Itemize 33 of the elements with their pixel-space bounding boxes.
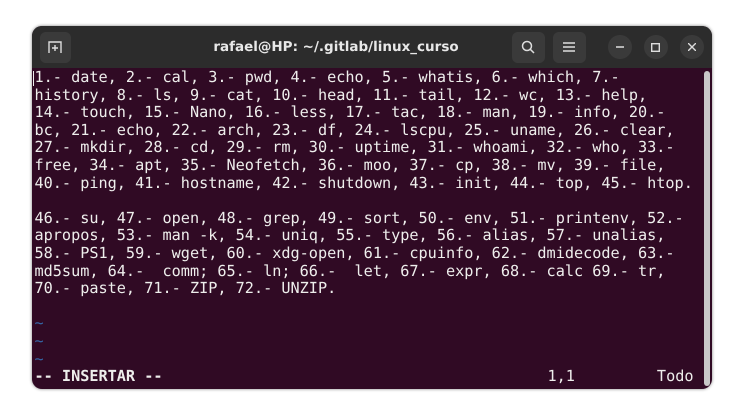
text-line: history, 8.- ls, 9.- cat, 10.- head, 11.- tail, 12.- wc, 13.- help, <box>34 86 648 104</box>
text-line: 1.- date, 2.- cal, 3.- pwd, 4.- echo, 5.- whatis, 6.- which, 7.- <box>34 69 620 87</box>
search-icon <box>521 40 535 54</box>
close-button[interactable] <box>680 35 704 59</box>
menu-button[interactable] <box>552 32 586 62</box>
empty-line-marker: ~ <box>34 332 44 350</box>
text-line: md5sum, 64.- comm; 65.- ln; 66.- let, 67.- expr, 68.- calc 69.- tr, <box>34 262 666 280</box>
minimize-icon <box>616 46 624 48</box>
text-line: 27.- mkdir, 28.- cd, 29.- rm, 30.- uptime, 31.- whoami, 32.- who, 33.- <box>34 139 675 157</box>
empty-line-marker: ~ <box>34 350 44 368</box>
text-line: 46.- su, 47.- open, 48.- grep, 49.- sort, 50.- env, 51.- printenv, 52.- <box>34 210 684 228</box>
minimize-button[interactable] <box>608 35 632 59</box>
scroll-position: Todo <box>656 368 694 386</box>
search-button[interactable] <box>512 32 544 62</box>
text-line: bc, 21.- echo, 22.- arch, 23.- df, 24.- lscpu, 25.- uname, 26.- clear, <box>34 122 675 140</box>
editor-mode: -- INSERTAR -- <box>34 368 163 386</box>
maximize-icon <box>651 42 660 52</box>
text-line: 70.- paste, 71.- ZIP, 72.- UNZIP. <box>34 280 336 298</box>
text-line: free, 34.- apt, 35.- Neofetch, 36.- moo, 37.- cp, 38.- mv, 39.- file, <box>34 156 666 175</box>
scrollbar-thumb[interactable] <box>704 71 710 386</box>
empty-line-marker: ~ <box>34 315 44 333</box>
new-tab-button[interactable] <box>40 32 70 62</box>
menu-icon <box>563 42 575 52</box>
maximize-button[interactable] <box>644 35 668 59</box>
text-line: 58.- PS1, 59.- wget, 60.- xdg-open, 61.- cpuinfo, 62.- dmidecode, 63.- <box>34 244 675 263</box>
text-line: 40.- ping, 41.- hostname, 42.- shutdown, 43.- init, 44.- top, 45.- htop. <box>34 174 693 192</box>
close-icon <box>688 43 696 51</box>
text-line: 14.- touch, 15.- Nano, 16.- less, 17.- tac, 18.- man, 19.- info, 20.- <box>34 104 666 122</box>
text-line: apropos, 53.- man -k, 54.- uniq, 55.- type, 56.- alias, 57.- unalias, <box>34 227 666 245</box>
new-tab-icon <box>48 40 62 54</box>
text-cursor <box>32 71 34 86</box>
window-title: rafael@HP: ~/.gitlab/linux_curso <box>213 38 459 57</box>
cursor-position: 1,1 <box>547 368 575 386</box>
